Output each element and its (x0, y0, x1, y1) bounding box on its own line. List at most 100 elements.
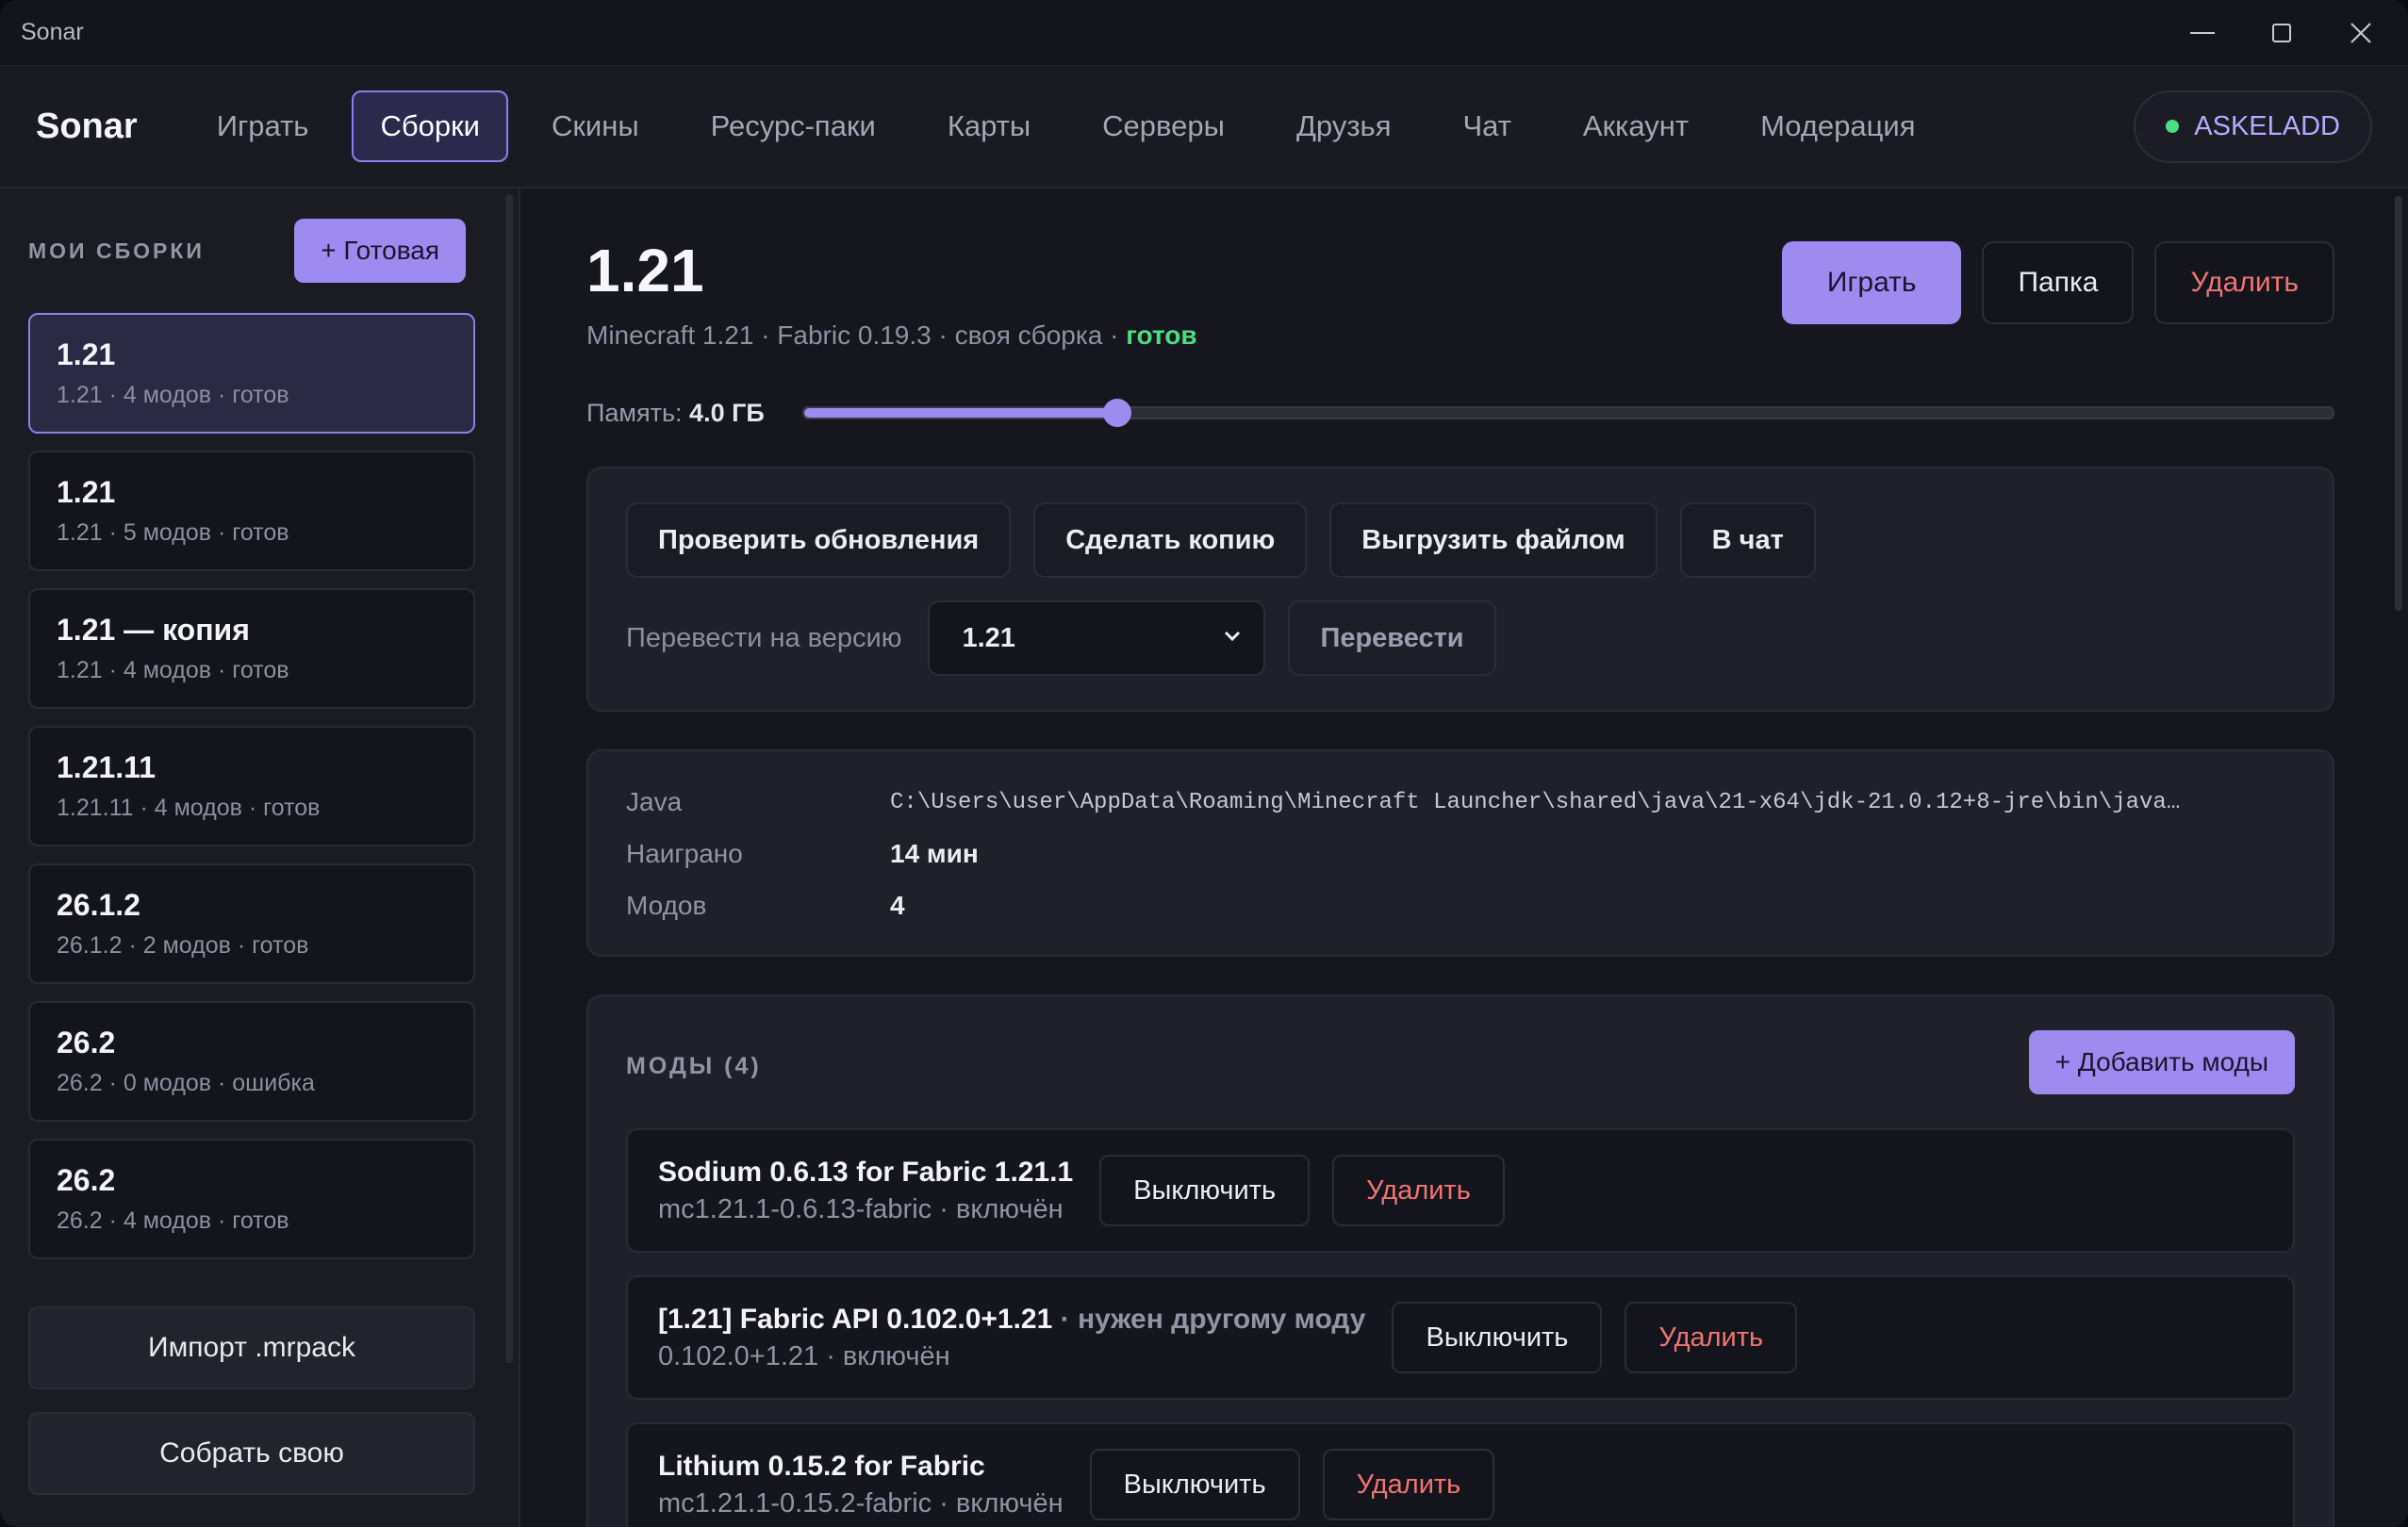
build-item[interactable]: 26.1.2 26.1.2 · 2 модов · готов (28, 863, 475, 984)
mods-title: МОДЫ (4) (626, 1053, 762, 1079)
build-list: 1.21 1.21 · 4 модов · готов 1.21 1.21 · … (28, 313, 475, 1276)
minimize-icon[interactable] (2185, 16, 2219, 50)
nav-tab-friends[interactable]: Друзья (1268, 90, 1420, 162)
nav-tab-account[interactable]: Аккаунт (1555, 90, 1717, 162)
mod-name-text: Sodium 0.6.13 for Fabric 1.21.1 (658, 1156, 1074, 1188)
build-item[interactable]: 1.21 — копия 1.21 · 4 модов · готов (28, 588, 475, 709)
mod-meta: mc1.21.1-0.6.13-fabric · включён (658, 1193, 1064, 1224)
send-to-chat-button[interactable]: В чат (1679, 502, 1816, 578)
mod-name-text: Lithium 0.15.2 for Fabric (658, 1450, 985, 1482)
mod-row: Sodium 0.6.13 for Fabric 1.21.1 mc1.21.1… (626, 1128, 2295, 1253)
nav-tab-skins[interactable]: Скины (523, 90, 668, 162)
build-name: 1.21 (57, 475, 116, 509)
export-file-button[interactable]: Выгрузить файлом (1329, 502, 1658, 578)
played-key: Наиграно (626, 839, 743, 868)
main-scrollbar[interactable] (2395, 196, 2402, 611)
delete-mod-button[interactable]: Удалить (1625, 1302, 1798, 1373)
build-item[interactable]: 1.21 1.21 · 5 модов · готов (28, 451, 475, 571)
build-own-button[interactable]: Собрать свою (28, 1412, 475, 1495)
memory-slider-fill (803, 408, 1118, 418)
add-ready-build-button[interactable]: + Готовая (294, 219, 466, 283)
build-name: 26.2 (57, 1163, 116, 1197)
memory-slider[interactable] (801, 399, 2334, 427)
builds-sidebar: МОИ СБОРКИ + Готовая 1.21 1.21 · 4 модов… (0, 189, 520, 1527)
build-item[interactable]: 1.21 1.21 · 4 модов · готов (28, 313, 475, 434)
build-meta: 1.21 · 4 модов · готов (57, 382, 289, 408)
version-select-value: 1.21 (962, 622, 1015, 653)
mod-meta: 0.102.0+1.21 · включён (658, 1340, 950, 1371)
chevron-down-icon (1222, 623, 1243, 654)
build-name: 1.21.11 (57, 750, 156, 784)
nav-tab-moderation[interactable]: Модерация (1732, 90, 1943, 162)
mods-card: МОДЫ (4) + Добавить моды Sodium 0.6.13 f… (586, 994, 2334, 1527)
page-title: 1.21 (586, 237, 704, 304)
mod-name: [1.21] Fabric API 0.102.0+1.21 · нужен д… (658, 1304, 1365, 1336)
delete-mod-button[interactable]: Удалить (1322, 1449, 1495, 1520)
memory-row: Память: 4.0 ГБ (586, 394, 2334, 432)
check-updates-button[interactable]: Проверить обновления (626, 502, 1012, 578)
mod-name-text: [1.21] Fabric API 0.102.0+1.21 (658, 1303, 1053, 1335)
build-item[interactable]: 26.2 26.2 · 0 модов · ошибка (28, 1001, 475, 1122)
sidebar-title: МОИ СБОРКИ (28, 238, 205, 263)
user-chip[interactable]: ASKELADD (2134, 90, 2372, 163)
import-mrpack-button[interactable]: Импорт .mrpack (28, 1306, 475, 1389)
maximize-icon[interactable] (2265, 16, 2299, 50)
build-meta: 26.1.2 · 2 модов · готов (57, 932, 309, 959)
sidebar-scrollbar[interactable] (505, 194, 513, 1363)
nav-tab-builds[interactable]: Сборки (352, 90, 508, 162)
build-name: 1.21 (57, 337, 116, 371)
build-actions-card: Проверить обновления Сделать копию Выгру… (586, 467, 2334, 712)
memory-value: 4.0 ГБ (689, 398, 765, 427)
add-mods-button[interactable]: + Добавить моды (2028, 1030, 2295, 1094)
build-subtitle: Minecraft 1.21 · Fabric 0.19.3 · своя сб… (586, 320, 1197, 351)
mod-note: · нужен другому моду (1052, 1303, 1366, 1335)
mod-row: [1.21] Fabric API 0.102.0+1.21 · нужен д… (626, 1275, 2295, 1400)
build-name: 26.1.2 (57, 888, 140, 922)
build-name: 26.2 (57, 1026, 116, 1059)
memory-slider-thumb[interactable] (1103, 399, 1132, 427)
status-badge: готов (1126, 320, 1197, 350)
build-info-card: Java C:\Users\user\AppData\Roaming\Minec… (586, 749, 2334, 957)
mods-count-value: 4 (890, 891, 905, 920)
mod-name: Sodium 0.6.13 for Fabric 1.21.1 (658, 1157, 1073, 1189)
app-window: Sonar Sonar Играть Сборки Скины Ресурс-п… (0, 0, 2408, 1527)
build-meta: 26.2 · 4 модов · готов (57, 1207, 289, 1234)
build-subtitle-text: Minecraft 1.21 · Fabric 0.19.3 · своя сб… (586, 320, 1127, 350)
build-item[interactable]: 26.2 26.2 · 4 модов · готов (28, 1139, 475, 1259)
build-meta: 26.2 · 0 модов · ошибка (57, 1070, 315, 1096)
version-select[interactable]: 1.21 (928, 600, 1266, 676)
java-path: C:\Users\user\AppData\Roaming\Minecraft … (890, 789, 2181, 815)
convert-button[interactable]: Перевести (1288, 600, 1496, 676)
nav-tab-chat[interactable]: Чат (1434, 90, 1539, 162)
memory-label-text: Память: (586, 398, 690, 427)
play-button[interactable]: Играть (1781, 241, 1962, 324)
disable-mod-button[interactable]: Выключить (1392, 1302, 1603, 1373)
disable-mod-button[interactable]: Выключить (1099, 1155, 1311, 1226)
nav-tab-maps[interactable]: Карты (919, 90, 1059, 162)
build-meta: 1.21 · 5 модов · готов (57, 519, 289, 546)
app-logo: Sonar (36, 106, 138, 146)
close-icon[interactable] (2344, 16, 2378, 50)
nav-tab-servers[interactable]: Серверы (1074, 90, 1253, 162)
online-status-icon (2166, 120, 2180, 133)
mods-count-key: Модов (626, 891, 707, 920)
folder-button[interactable]: Папка (1982, 241, 2135, 324)
memory-label: Память: 4.0 ГБ (586, 399, 765, 428)
java-key: Java (626, 787, 683, 816)
delete-mod-button[interactable]: Удалить (1332, 1155, 1505, 1226)
username: ASKELADD (2194, 110, 2340, 141)
nav-tab-play[interactable]: Играть (189, 90, 338, 162)
delete-build-button[interactable]: Удалить (2154, 241, 2334, 324)
nav-tab-resource-packs[interactable]: Ресурс-паки (683, 90, 904, 162)
disable-mod-button[interactable]: Выключить (1089, 1449, 1300, 1520)
build-meta: 1.21 · 4 модов · готов (57, 657, 289, 683)
make-copy-button[interactable]: Сделать копию (1033, 502, 1308, 578)
build-meta: 1.21.11 · 4 модов · готов (57, 795, 321, 821)
mod-meta: mc1.21.1-0.15.2-fabric · включён (658, 1487, 1064, 1519)
mod-row: Lithium 0.15.2 for Fabric mc1.21.1-0.15.… (626, 1422, 2295, 1527)
build-details: 1.21 Minecraft 1.21 · Fabric 0.19.3 · св… (520, 189, 2408, 1527)
played-value: 14 мин (890, 839, 979, 868)
build-item[interactable]: 1.21.11 1.21.11 · 4 модов · готов (28, 726, 475, 846)
window-title: Sonar (21, 19, 84, 45)
build-name: 1.21 — копия (57, 613, 250, 647)
